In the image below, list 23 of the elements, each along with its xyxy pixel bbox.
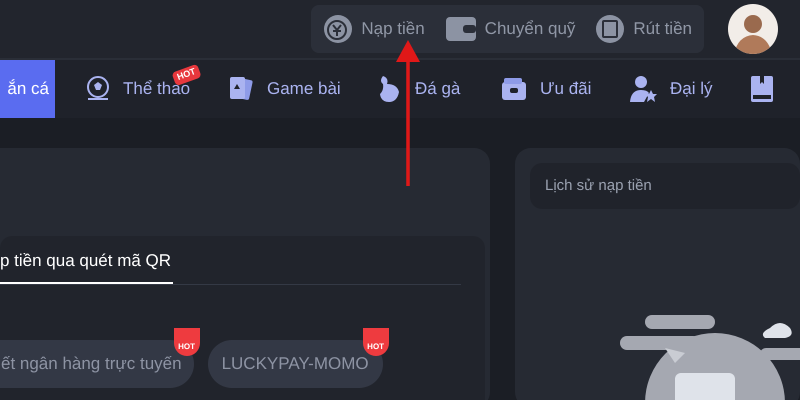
soccer-ball-icon	[85, 76, 111, 102]
book-icon	[750, 75, 774, 103]
atm-icon	[595, 14, 626, 44]
deposit-method-tab[interactable]: p tiền qua quét mã QR	[0, 248, 174, 284]
person-star-icon	[630, 75, 658, 103]
top-action-button[interactable]: Nạp tiền	[323, 14, 425, 44]
hot-flame-badge: HOT	[174, 328, 200, 356]
nav-tab[interactable]: Game bài	[225, 60, 355, 118]
wallet-icon	[444, 15, 477, 43]
nav-tab[interactable]: ắn cá	[0, 60, 55, 118]
hot-flame-badge: HOT	[362, 328, 389, 356]
hot-badge: HOT	[172, 64, 202, 86]
wallet-icon	[500, 76, 528, 102]
nav-tab[interactable]: Thể thao HOT	[83, 60, 203, 118]
nav-tab[interactable]: Ưu đãi	[498, 60, 608, 118]
coin-plus-icon	[323, 14, 354, 44]
history-header[interactable]: Lịch sử nạp tiền	[530, 163, 800, 209]
playing-cards-icon	[227, 75, 255, 103]
top-action-button[interactable]: Rút tiền	[595, 14, 692, 44]
avatar[interactable]	[728, 4, 778, 54]
nav-tab[interactable]: Đại lý	[628, 60, 738, 118]
top-action-button[interactable]: Chuyển quỹ	[444, 15, 576, 43]
nav-tab[interactable]: Đá gà	[375, 60, 485, 118]
